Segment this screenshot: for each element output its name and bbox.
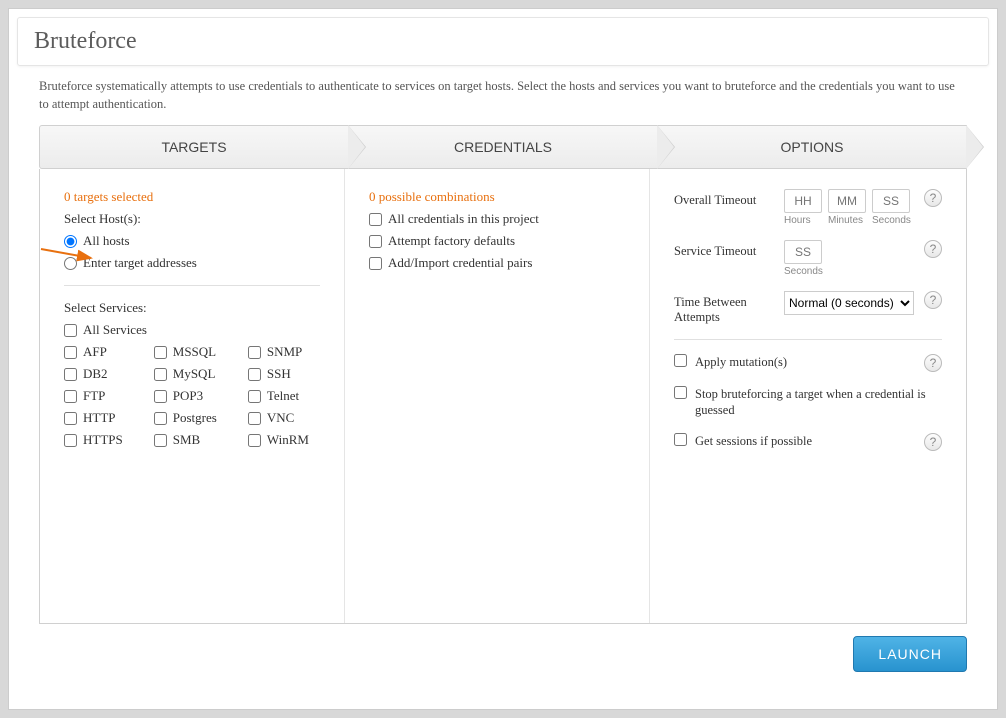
checkbox-all-credentials-label: All credentials in this project	[388, 211, 539, 227]
tab-targets[interactable]: TARGETS	[39, 125, 349, 169]
page-description: Bruteforce systematically attempts to us…	[39, 78, 967, 113]
panel-credentials: 0 possible combinations All credentials …	[344, 169, 649, 623]
help-icon[interactable]: ?	[924, 291, 942, 309]
checkbox-factory-defaults[interactable]	[369, 235, 382, 248]
targets-status: 0 targets selected	[64, 189, 320, 205]
checkbox-snmp[interactable]	[248, 346, 261, 359]
launch-button[interactable]: LAUNCH	[853, 636, 967, 672]
checkbox-factory-defaults-label: Attempt factory defaults	[388, 233, 515, 249]
checkbox-all-credentials[interactable]	[369, 213, 382, 226]
checkbox-https[interactable]	[64, 434, 77, 447]
service-label: HTTPS	[83, 432, 123, 448]
service-label: HTTP	[83, 410, 116, 426]
stop-on-guess-label: Stop bruteforcing a target when a creden…	[695, 386, 942, 419]
credentials-status: 0 possible combinations	[369, 189, 625, 205]
step-tabs: TARGETS CREDENTIALS OPTIONS	[39, 125, 967, 169]
service-label: Postgres	[173, 410, 217, 426]
divider	[674, 339, 942, 340]
checkbox-telnet[interactable]	[248, 390, 261, 403]
service-label: SMB	[173, 432, 200, 448]
checkbox-import-pairs-label: Add/Import credential pairs	[388, 255, 532, 271]
service-label: WinRM	[267, 432, 309, 448]
service-label: DB2	[83, 366, 108, 382]
checkbox-stop-on-guess[interactable]	[674, 386, 687, 399]
help-icon[interactable]: ?	[924, 189, 942, 207]
panel-options: Overall Timeout Hours Minutes Seconds	[649, 169, 966, 623]
service-timeout-ss[interactable]	[784, 240, 822, 264]
checkbox-all-services-label: All Services	[83, 322, 147, 338]
overall-timeout-label: Overall Timeout	[674, 189, 774, 208]
service-label: MSSQL	[173, 344, 216, 360]
checkbox-postgres[interactable]	[154, 412, 167, 425]
footer: LAUNCH	[39, 636, 967, 672]
service-label: POP3	[173, 388, 203, 404]
checkbox-afp[interactable]	[64, 346, 77, 359]
service-label: MySQL	[173, 366, 216, 382]
tab-credentials[interactable]: CREDENTIALS	[349, 125, 658, 169]
help-icon[interactable]: ?	[924, 240, 942, 258]
panel-targets: 0 targets selected Select Host(s): All h…	[40, 169, 344, 623]
checkbox-ftp[interactable]	[64, 390, 77, 403]
checkbox-ssh[interactable]	[248, 368, 261, 381]
checkbox-http[interactable]	[64, 412, 77, 425]
seconds-sublabel: Seconds	[872, 215, 911, 226]
service-label: Telnet	[267, 388, 299, 404]
time-between-dropdown[interactable]: Normal (0 seconds)	[784, 291, 914, 315]
tab-options[interactable]: OPTIONS	[658, 125, 967, 169]
radio-enter-addresses-label: Enter target addresses	[83, 255, 197, 271]
checkbox-vnc[interactable]	[248, 412, 261, 425]
service-label: VNC	[267, 410, 294, 426]
checkbox-winrm[interactable]	[248, 434, 261, 447]
page-title: Bruteforce	[34, 28, 137, 54]
checkbox-smb[interactable]	[154, 434, 167, 447]
checkbox-mssql[interactable]	[154, 346, 167, 359]
apply-mutations-label: Apply mutation(s)	[695, 354, 916, 370]
services-grid: AFP MSSQL SNMP DB2 MySQL SSH FTP POP3 Te…	[64, 344, 320, 448]
overall-timeout-hh[interactable]	[784, 189, 822, 213]
select-hosts-label: Select Host(s):	[64, 211, 320, 227]
select-services-label: Select Services:	[64, 300, 320, 316]
checkbox-mysql[interactable]	[154, 368, 167, 381]
service-timeout-label: Service Timeout	[674, 240, 774, 259]
help-icon[interactable]: ?	[924, 433, 942, 451]
get-sessions-label: Get sessions if possible	[695, 433, 916, 449]
checkbox-all-services[interactable]	[64, 324, 77, 337]
divider	[64, 285, 320, 286]
checkbox-pop3[interactable]	[154, 390, 167, 403]
radio-enter-addresses[interactable]	[64, 257, 77, 270]
service-label: AFP	[83, 344, 107, 360]
checkbox-db2[interactable]	[64, 368, 77, 381]
service-label: SNMP	[267, 344, 302, 360]
service-label: SSH	[267, 366, 291, 382]
checkbox-import-pairs[interactable]	[369, 257, 382, 270]
radio-all-hosts[interactable]	[64, 235, 77, 248]
radio-all-hosts-label: All hosts	[83, 233, 130, 249]
service-label: FTP	[83, 388, 105, 404]
checkbox-get-sessions[interactable]	[674, 433, 687, 446]
page-header: Bruteforce	[17, 17, 989, 66]
help-icon[interactable]: ?	[924, 354, 942, 372]
checkbox-apply-mutations[interactable]	[674, 354, 687, 367]
minutes-sublabel: Minutes	[828, 215, 863, 226]
overall-timeout-mm[interactable]	[828, 189, 866, 213]
overall-timeout-ss[interactable]	[872, 189, 910, 213]
seconds-sublabel: Seconds	[784, 266, 823, 277]
hours-sublabel: Hours	[784, 215, 811, 226]
time-between-label: Time Between Attempts	[674, 291, 774, 325]
